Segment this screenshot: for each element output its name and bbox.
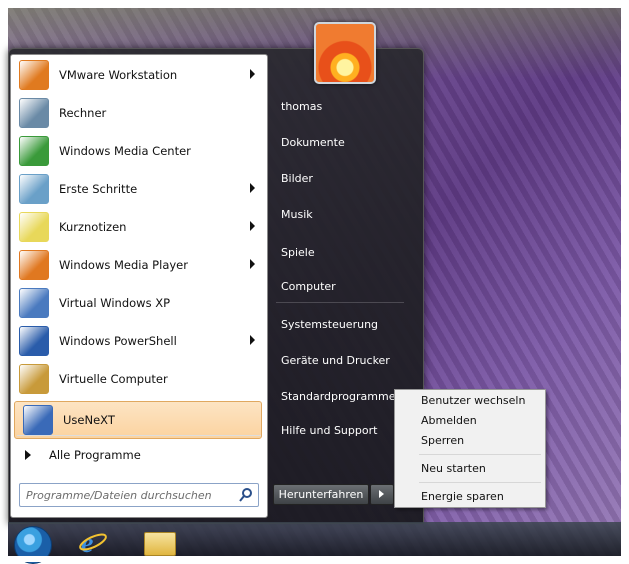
right-menu-item[interactable]: Standardprogramme xyxy=(281,390,395,403)
vmware-icon xyxy=(19,60,49,90)
separator xyxy=(419,454,541,455)
program-item[interactable]: VMware Workstation xyxy=(11,57,265,93)
right-menu-item[interactable]: Musik xyxy=(281,208,313,221)
shutdown-submenu-item[interactable]: Benutzer wechseln xyxy=(421,394,525,407)
media-center-icon xyxy=(19,136,49,166)
separator xyxy=(276,302,404,303)
calculator-icon xyxy=(19,98,49,128)
program-item[interactable]: Erste Schritte xyxy=(11,171,265,207)
program-item[interactable]: Kurznotizen xyxy=(11,209,265,245)
separator xyxy=(419,482,541,483)
program-label: Windows PowerShell xyxy=(59,334,177,348)
program-label: VMware Workstation xyxy=(59,68,178,82)
internet-explorer-icon[interactable]: e xyxy=(78,528,108,559)
right-menu-item[interactable]: Geräte und Drucker xyxy=(281,354,390,367)
start-menu-programs-pane: VMware Workstation Rechner Windows Media C… xyxy=(10,54,268,518)
right-menu-item[interactable]: Hilfe und Support xyxy=(281,424,377,437)
right-menu-item[interactable]: Dokumente xyxy=(281,136,345,149)
submenu-arrow-icon[interactable] xyxy=(250,259,255,269)
shutdown-button[interactable]: Herunterfahren xyxy=(273,484,369,505)
shutdown-submenu-item[interactable]: Sperren xyxy=(421,434,464,447)
program-item[interactable]: UseNeXT xyxy=(14,401,262,439)
media-player-icon xyxy=(19,250,49,280)
getting-started-icon xyxy=(19,174,49,204)
shutdown-submenu: Benutzer wechseln Abmelden Sperren Neu star… xyxy=(394,389,546,508)
user-avatar[interactable] xyxy=(314,22,376,84)
program-label: Virtuelle Computer xyxy=(59,372,168,386)
powershell-icon xyxy=(19,326,49,356)
frame-border xyxy=(621,0,629,562)
all-programs-label: Alle Programme xyxy=(49,448,141,462)
program-label: Erste Schritte xyxy=(59,182,138,196)
virtual-xp-icon xyxy=(19,288,49,318)
program-item[interactable]: Virtuelle Computer xyxy=(11,361,265,397)
frame-border xyxy=(0,0,629,8)
right-menu-item[interactable]: Computer xyxy=(281,280,336,293)
shutdown-submenu-item[interactable]: Energie sparen xyxy=(421,490,504,503)
frame-border xyxy=(0,556,629,562)
program-label: Kurznotizen xyxy=(59,220,127,234)
program-label: UseNeXT xyxy=(63,413,115,427)
right-menu-item[interactable]: Bilder xyxy=(281,172,313,185)
program-label: Windows Media Center xyxy=(59,144,191,158)
program-label: Windows Media Player xyxy=(59,258,188,272)
search-box[interactable]: Programme/Dateien durchsuchen xyxy=(19,483,259,507)
search-input[interactable]: Programme/Dateien durchsuchen xyxy=(26,489,238,502)
program-item[interactable]: Windows Media Player xyxy=(11,247,265,283)
program-item[interactable]: Virtual Windows XP xyxy=(11,285,265,321)
right-menu-item[interactable]: Systemsteuerung xyxy=(281,318,378,331)
program-item[interactable]: Rechner xyxy=(11,95,265,131)
all-programs-item[interactable]: Alle Programme xyxy=(11,441,265,469)
submenu-arrow-icon[interactable] xyxy=(250,69,255,79)
submenu-arrow-icon[interactable] xyxy=(250,221,255,231)
right-menu-item[interactable]: thomas xyxy=(281,100,322,113)
submenu-arrow-icon[interactable] xyxy=(250,335,255,345)
search-icon[interactable] xyxy=(238,487,254,503)
frame-border xyxy=(0,0,8,562)
program-label: Rechner xyxy=(59,106,107,120)
right-menu-item[interactable]: Spiele xyxy=(281,246,315,259)
separator xyxy=(17,435,261,436)
program-label: Virtual Windows XP xyxy=(59,296,171,310)
shutdown-submenu-item[interactable]: Neu starten xyxy=(421,462,486,475)
program-item[interactable]: Windows Media Center xyxy=(11,133,265,169)
program-item[interactable]: Windows PowerShell xyxy=(11,323,265,359)
submenu-arrow-icon[interactable] xyxy=(250,183,255,193)
usenext-icon xyxy=(23,405,53,435)
sticky-notes-icon xyxy=(19,212,49,242)
triangle-right-icon xyxy=(25,450,31,460)
shutdown-options-arrow-icon[interactable] xyxy=(370,484,394,505)
virtual-pc-icon xyxy=(19,364,49,394)
explorer-folder-icon[interactable] xyxy=(144,532,176,556)
shutdown-submenu-item[interactable]: Abmelden xyxy=(421,414,477,427)
